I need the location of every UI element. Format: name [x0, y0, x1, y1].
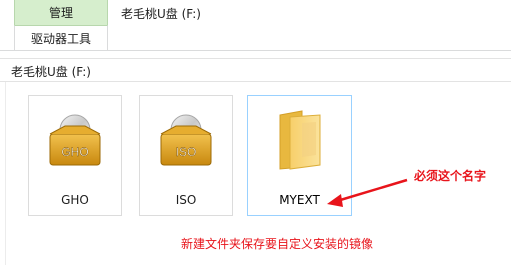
ribbon: 管理 老毛桃U盘 (F:) 驱动器工具 [0, 0, 511, 50]
gho-image-file-icon: GHO [29, 96, 121, 184]
annotation-instruction: 新建文件夹保存要自定义安装的镜像 [181, 237, 374, 251]
file-name[interactable]: ISO [140, 193, 232, 207]
window-title: 老毛桃U盘 (F:) [121, 7, 201, 21]
breadcrumb[interactable]: 老毛桃U盘 (F:) [11, 63, 91, 80]
iso-icon-text: ISO [176, 145, 197, 159]
tab-manage[interactable]: 管理 [14, 0, 108, 25]
iso-image-file-icon: ISO [140, 96, 232, 184]
folder-icon [248, 96, 351, 184]
file-item-gho[interactable]: GHO GHO [28, 95, 122, 216]
ribbon-left-strip [0, 25, 15, 50]
address-bar[interactable]: 老毛桃U盘 (F:) [0, 58, 511, 82]
annotation-arrow-icon [327, 178, 408, 207]
file-name[interactable]: GHO [29, 193, 121, 207]
ribbon-divider [0, 50, 511, 51]
navigation-pane-edge [0, 82, 6, 265]
gho-icon-text: GHO [61, 145, 88, 159]
tab-drive-tools[interactable]: 驱动器工具 [14, 25, 108, 50]
annotation-must-name: 必须这个名字 [414, 169, 487, 183]
file-item-iso[interactable]: ISO ISO [139, 95, 233, 216]
